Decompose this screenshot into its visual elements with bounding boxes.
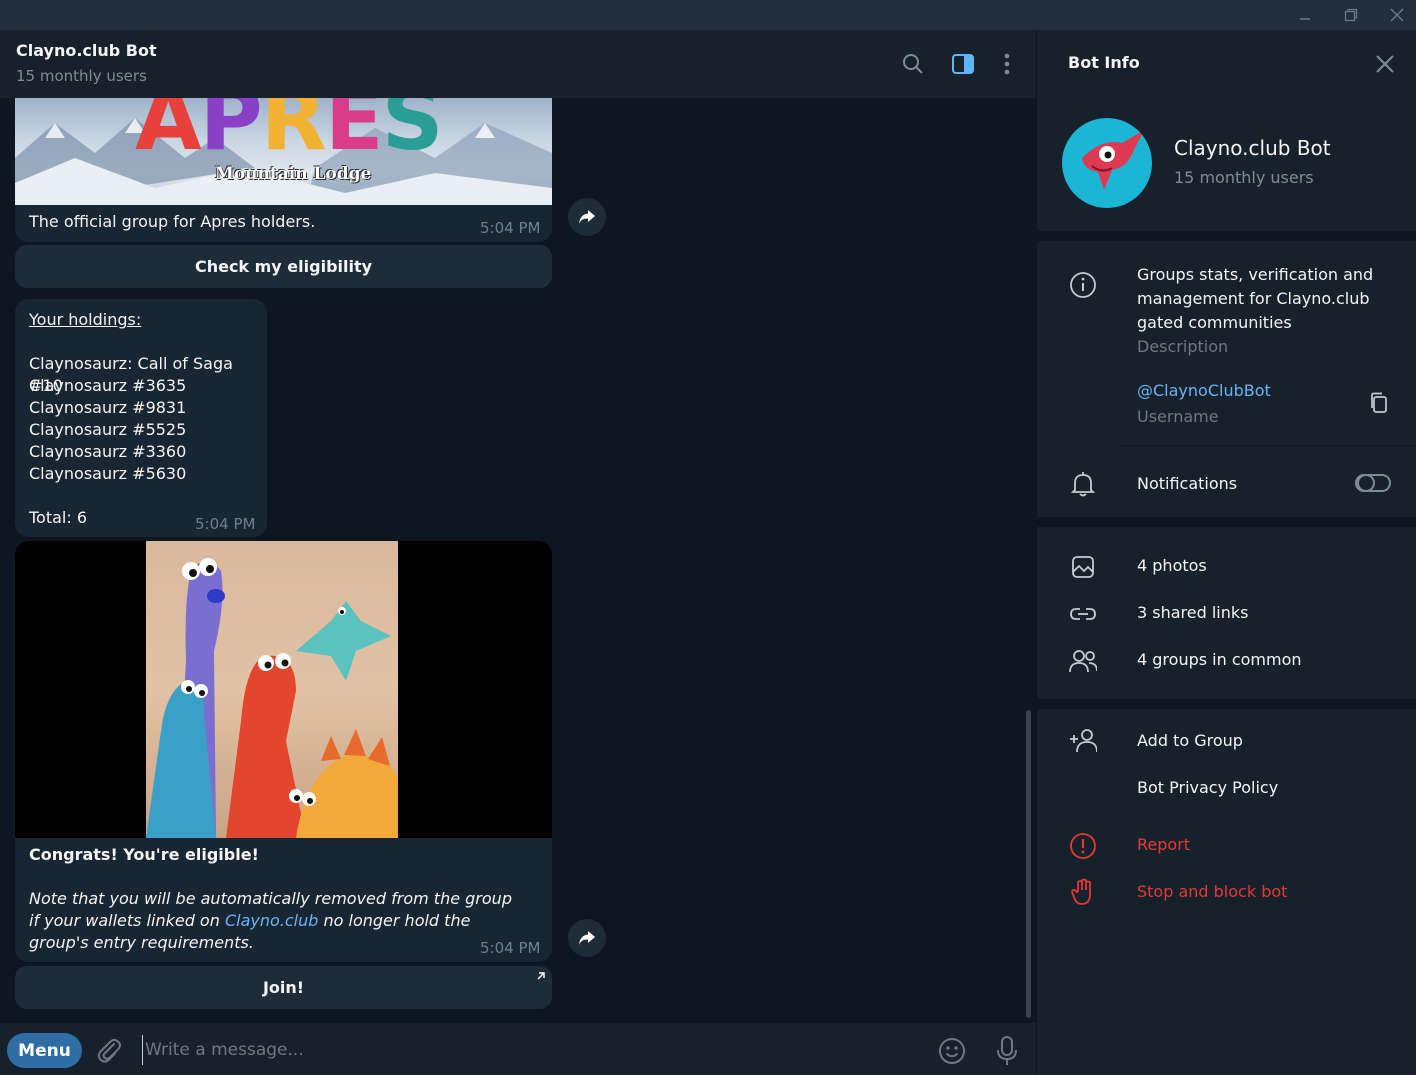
- apres-logo: APRES: [135, 98, 444, 170]
- panel-title: Bot Info: [1068, 53, 1140, 72]
- photos-icon: [1069, 553, 1097, 581]
- holding-item: Claynosaurz #3635: [29, 376, 187, 395]
- holding-item: Claynosaurz #3360: [29, 442, 187, 461]
- add-user-icon: [1069, 727, 1097, 755]
- report-row[interactable]: Report: [1137, 835, 1190, 854]
- section-divider: [1037, 231, 1416, 241]
- clayno-link[interactable]: Clayno.club: [225, 911, 318, 930]
- dinosaur-photo[interactable]: [146, 541, 398, 838]
- chat-title[interactable]: Clayno.club Bot: [16, 41, 157, 60]
- description-label: Description: [1137, 337, 1229, 356]
- holdings-total: Total: 6: [29, 508, 88, 527]
- apres-logo-subtitle: Mountain Lodge: [215, 164, 372, 184]
- add-to-group-row[interactable]: Add to Group: [1137, 731, 1243, 750]
- message-holdings: Your holdings: Claynosaurz: Call of Saga…: [15, 299, 267, 537]
- hand-stop-icon: [1069, 878, 1097, 906]
- bot-info-panel: Bot Info Clayno.club Bot 15 monthly user…: [1036, 30, 1416, 1075]
- privacy-policy-row[interactable]: Bot Privacy Policy: [1137, 778, 1278, 797]
- info-icon: [1069, 271, 1097, 299]
- emoji-icon[interactable]: [937, 1036, 967, 1066]
- copy-icon[interactable]: [1367, 391, 1391, 415]
- message-time: 5:04 PM: [195, 515, 256, 533]
- holding-item: Claynosaurz #5525: [29, 420, 187, 439]
- sidebar-toggle-icon[interactable]: [949, 50, 977, 78]
- forward-icon[interactable]: [568, 198, 606, 236]
- join-button[interactable]: Join!: [15, 966, 552, 1009]
- join-button-label: Join!: [262, 978, 305, 997]
- bot-description: Groups stats, verification and managemen…: [1137, 265, 1374, 332]
- message-input[interactable]: [142, 1035, 902, 1065]
- notifications-label: Notifications: [1137, 474, 1238, 493]
- bot-menu-button[interactable]: Menu: [7, 1033, 82, 1068]
- groups-in-common-row[interactable]: 4 groups in common: [1137, 650, 1302, 669]
- check-eligibility-button[interactable]: Check my eligibility: [15, 245, 552, 288]
- microphone-icon[interactable]: [993, 1035, 1021, 1067]
- apres-caption: The official group for Apres holders.: [29, 212, 316, 231]
- link-icon: [1069, 600, 1097, 628]
- notifications-toggle[interactable]: [1355, 474, 1391, 492]
- chat-subtitle: 15 monthly users: [16, 67, 147, 85]
- minimize-icon[interactable]: [1282, 0, 1328, 30]
- holdings-heading: Your holdings:: [29, 310, 142, 329]
- holding-item: Claynosaurz #9831: [29, 398, 187, 417]
- scrollbar[interactable]: [1026, 710, 1031, 1018]
- eligible-title: Congrats! You're eligible!: [29, 845, 259, 864]
- bell-icon: [1069, 470, 1097, 498]
- block-bot-row[interactable]: Stop and block bot: [1137, 882, 1287, 901]
- message-time: 5:04 PM: [480, 219, 541, 237]
- groups-icon: [1069, 647, 1097, 675]
- message-composer: Menu: [0, 1023, 1036, 1075]
- dinosaur-photo-frame[interactable]: [15, 541, 552, 838]
- bot-username[interactable]: @ClaynoClubBot: [1137, 381, 1271, 400]
- message-apres: APRES Mountain Lodge The official group …: [15, 98, 552, 242]
- section-divider: [1037, 699, 1416, 709]
- shared-links-row[interactable]: 3 shared links: [1137, 603, 1249, 622]
- window-titlebar: [0, 0, 1416, 30]
- close-window-icon[interactable]: [1374, 0, 1416, 30]
- external-link-icon: [537, 972, 545, 980]
- chat-header: Clayno.club Bot 15 monthly users: [0, 30, 1036, 98]
- restore-icon[interactable]: [1328, 0, 1374, 30]
- search-icon[interactable]: [899, 50, 927, 78]
- holding-item: Claynosaurz #5630: [29, 464, 187, 483]
- message-list[interactable]: APRES Mountain Lodge The official group …: [0, 98, 1036, 1023]
- row-separator: [1122, 445, 1416, 446]
- close-panel-icon[interactable]: [1373, 52, 1397, 76]
- section-divider: [1037, 517, 1416, 527]
- eligible-note: Note that you will be automatically remo…: [29, 888, 519, 954]
- more-options-icon[interactable]: [993, 50, 1021, 78]
- attach-icon[interactable]: [95, 1036, 123, 1064]
- report-icon: [1069, 832, 1097, 860]
- bot-name: Clayno.club Bot: [1174, 136, 1331, 160]
- bot-subtitle: 15 monthly users: [1174, 168, 1314, 187]
- username-label: Username: [1137, 407, 1219, 426]
- message-time: 5:04 PM: [480, 939, 541, 957]
- photos-row[interactable]: 4 photos: [1137, 556, 1207, 575]
- bot-avatar[interactable]: [1062, 118, 1152, 208]
- message-eligible: Congrats! You're eligible! Note that you…: [15, 541, 552, 962]
- forward-icon[interactable]: [568, 919, 606, 957]
- apres-banner-image: APRES Mountain Lodge: [15, 98, 552, 205]
